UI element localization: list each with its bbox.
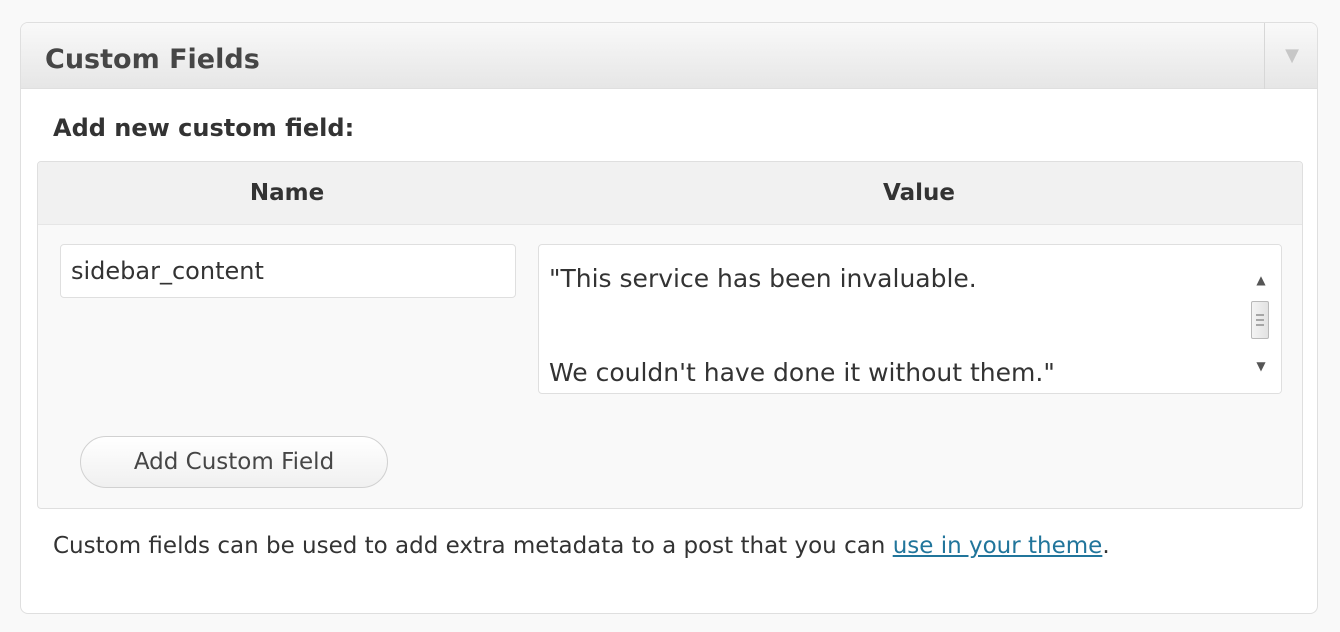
scroll-up-arrow-icon[interactable]: ▲ — [1250, 269, 1272, 291]
add-custom-field-button[interactable]: Add Custom Field — [80, 436, 388, 488]
grip-line — [1256, 319, 1264, 321]
custom-fields-postbox: Custom Fields ▼ Add new custom field: Na… — [20, 22, 1318, 614]
grip-line — [1256, 324, 1264, 326]
help-text-prefix: Custom fields can be used to add extra m… — [53, 533, 893, 559]
grip-line — [1256, 314, 1264, 316]
header-divider — [1264, 23, 1265, 89]
value-column-header: Value — [883, 180, 955, 206]
textarea-scrollbar[interactable]: ▲ ▼ — [1241, 245, 1281, 393]
postbox-title: Custom Fields — [45, 44, 260, 75]
arrow-down-icon[interactable]: ▼ — [1277, 41, 1307, 71]
custom-field-table: Name Value "This service has been invalu… — [37, 161, 1303, 509]
name-input[interactable] — [60, 244, 516, 298]
postbox-header[interactable]: Custom Fields ▼ — [21, 23, 1317, 89]
use-in-theme-link[interactable]: use in your theme — [893, 533, 1103, 559]
add-field-heading: Add new custom field: — [53, 114, 355, 142]
help-text: Custom fields can be used to add extra m… — [53, 529, 1273, 563]
table-header: Name Value — [38, 162, 1302, 225]
scroll-down-arrow-icon[interactable]: ▼ — [1250, 355, 1272, 377]
value-textarea-container: "This service has been invaluable. We co… — [538, 244, 1282, 394]
name-column-header: Name — [249, 180, 325, 206]
value-textarea[interactable]: "This service has been invaluable. We co… — [539, 245, 1239, 393]
help-text-suffix: . — [1102, 533, 1110, 559]
scrollbar-thumb[interactable] — [1251, 301, 1269, 339]
